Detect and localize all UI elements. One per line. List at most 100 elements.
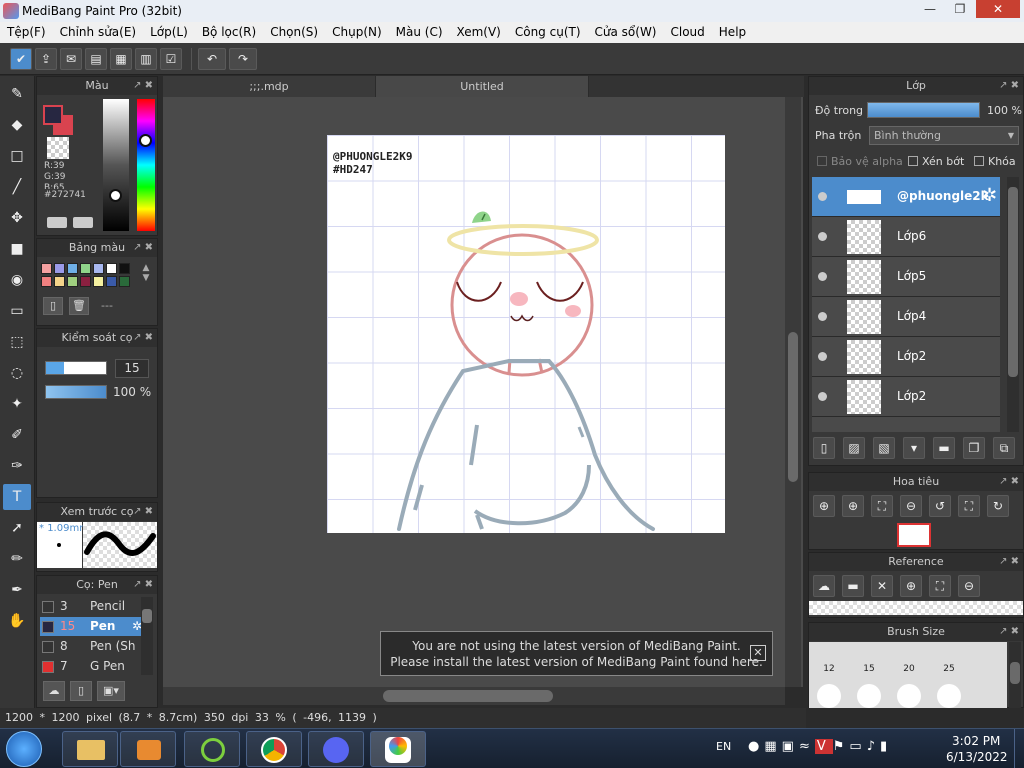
menu-tools[interactable]: Công cụ(T) — [508, 22, 588, 43]
menu-snap[interactable]: Chụp(N) — [325, 22, 389, 43]
dot-tool-icon[interactable]: ╱ — [3, 174, 31, 200]
hue-slider[interactable] — [137, 99, 155, 231]
message-icon[interactable]: ▤ — [85, 47, 107, 70]
add-brush-cloud-icon[interactable]: ☁ — [43, 681, 65, 701]
chrome-icon[interactable] — [246, 731, 302, 767]
brush-size-dot[interactable] — [891, 678, 927, 708]
fit-icon[interactable]: ⛶ — [871, 495, 893, 517]
brush-size-scrollbar[interactable] — [1009, 642, 1021, 708]
brush-size-slider[interactable] — [45, 361, 107, 375]
palette-swatch[interactable] — [106, 263, 117, 274]
new-layer-icon[interactable]: ▯ — [813, 437, 835, 459]
eye-icon[interactable] — [818, 272, 827, 281]
fit-icon[interactable]: ⛶ — [929, 575, 951, 597]
magic-wand-tool-icon[interactable]: ✦ — [3, 391, 31, 417]
new-halftone-layer-icon[interactable]: ▨ — [843, 437, 865, 459]
operation-tool-icon[interactable]: ➚ — [3, 515, 31, 541]
layer-item[interactable]: Lớp6 — [812, 217, 1000, 257]
delete-palette-icon[interactable]: 🗑 — [69, 297, 89, 315]
blend-mode-select[interactable]: Bình thường ▼ — [869, 126, 1019, 145]
wifi-tray-icon[interactable]: ≈ — [799, 739, 815, 754]
reset-view-icon[interactable]: ⛶ — [958, 495, 980, 517]
action-center-icon[interactable]: ⚑ — [833, 739, 850, 754]
zoom-out-icon[interactable]: ⊖ — [900, 495, 922, 517]
palette-swatch[interactable] — [54, 263, 65, 274]
layer-opacity-slider[interactable] — [867, 102, 980, 118]
merge-layer-icon[interactable]: ⧉ — [993, 437, 1015, 459]
new-palette-icon[interactable]: ▯ — [43, 297, 63, 315]
panel-close-icon[interactable]: ↗ ✖ — [999, 623, 1019, 641]
palette-swatch[interactable] — [119, 263, 130, 274]
rectangle-tool-icon[interactable]: □ — [3, 143, 31, 169]
menu-color[interactable]: Màu (C) — [389, 22, 450, 43]
eye-icon[interactable] — [818, 352, 827, 361]
duplicate-layer-icon[interactable]: ❐ — [963, 437, 985, 459]
eye-icon[interactable] — [818, 192, 827, 201]
add-layer-menu-icon[interactable]: ▾ — [903, 437, 925, 459]
power-tray-icon[interactable]: ▮ — [880, 739, 892, 754]
brush-size-dot[interactable] — [931, 678, 967, 708]
clock-date[interactable]: 6/13/2022 — [946, 750, 1008, 764]
comment-icon[interactable]: ✉ — [60, 47, 82, 70]
brush-options-icon[interactable]: ▣▾ — [97, 681, 125, 701]
open-folder-icon[interactable]: ▬ — [842, 575, 864, 597]
menu-layer[interactable]: Lớp(L) — [143, 22, 195, 43]
panel-close-icon[interactable]: ↗ ✖ — [999, 553, 1019, 571]
folder-icon[interactable]: ▬ — [933, 437, 955, 459]
panel-close-icon[interactable]: ↗ ✖ — [133, 576, 153, 594]
menu-cloud[interactable]: Cloud — [664, 22, 712, 43]
medibang-taskbar-icon[interactable] — [370, 731, 426, 767]
brush-item-pen[interactable]: 15 Pen ✲ — [40, 617, 148, 636]
palette-swatch[interactable] — [67, 263, 78, 274]
text-tool-icon[interactable]: T — [3, 484, 31, 510]
menu-edit[interactable]: Chỉnh sửa(E) — [53, 22, 144, 43]
eye-icon[interactable] — [818, 312, 827, 321]
protect-alpha-checkbox[interactable]: Bảo vệ alpha — [817, 155, 903, 168]
discord-tray-icon[interactable]: ● — [748, 739, 764, 754]
select-pen-tool-icon[interactable]: ✐ — [3, 422, 31, 448]
redo-icon[interactable]: ↷ — [229, 47, 257, 70]
maximize-button[interactable]: ❐ — [946, 0, 974, 18]
panel-close-icon[interactable]: ↗ ✖ — [133, 503, 153, 521]
panel-close-icon[interactable]: ↗ ✖ — [999, 77, 1019, 95]
menu-window[interactable]: Cửa sổ(W) — [588, 22, 664, 43]
canvas-horizontal-scrollbar[interactable] — [163, 687, 785, 705]
show-desktop-button[interactable] — [1014, 729, 1024, 768]
menu-view[interactable]: Xem(V) — [450, 22, 508, 43]
volume-icon[interactable]: ♪ — [867, 739, 880, 754]
panel-layout-icon[interactable]: ▥ — [135, 47, 157, 70]
antivirus-tray-icon[interactable]: V — [814, 739, 833, 754]
drawing-canvas[interactable]: @PHUONGLE2K9 #HD247 — [327, 135, 725, 533]
minimize-button[interactable]: — — [916, 0, 944, 18]
menu-filter[interactable]: Bộ lọc(R) — [195, 22, 263, 43]
palette-swatch[interactable] — [80, 263, 91, 274]
palette-swatch[interactable] — [119, 276, 130, 287]
eraser-tool-icon[interactable]: ◆ — [3, 112, 31, 138]
language-indicator[interactable]: EN — [716, 740, 731, 753]
lock-checkbox[interactable]: Khóa — [974, 155, 1016, 168]
notice-close-icon[interactable]: ✕ — [750, 645, 766, 661]
rotate-right-icon[interactable]: ↻ — [987, 495, 1009, 517]
primary-color-swatch[interactable] — [43, 105, 63, 125]
eye-icon[interactable] — [818, 392, 827, 401]
palette-swatch[interactable] — [41, 276, 52, 287]
tab-untitled[interactable]: Untitled — [376, 76, 588, 97]
clock-time[interactable]: 3:02 PM — [952, 734, 1000, 748]
new-8bit-layer-icon[interactable]: ▧ — [873, 437, 895, 459]
panel-close-icon[interactable]: ↗ ✖ — [133, 329, 153, 347]
app-green-icon[interactable] — [184, 731, 240, 767]
undo-icon[interactable]: ↶ — [198, 47, 226, 70]
add-brush-icon[interactable]: ▯ — [70, 681, 92, 701]
zoom-out-icon[interactable]: ⊖ — [958, 575, 980, 597]
navigator-preview[interactable] — [897, 523, 931, 547]
start-button[interactable] — [6, 731, 42, 767]
display-tray-icon[interactable]: ▭ — [849, 739, 866, 754]
app-tray-icon[interactable]: ▣ — [782, 739, 799, 754]
gear-icon[interactable]: ✲ — [982, 185, 997, 206]
layer-item[interactable]: Lớp5 — [812, 257, 1000, 297]
layer-item[interactable]: @phuongle2k ✲ — [812, 177, 1000, 217]
palette-swatch[interactable] — [54, 276, 65, 287]
bucket-tool-icon[interactable]: ◉ — [3, 267, 31, 293]
brush-size-dot[interactable] — [811, 678, 847, 708]
eyedropper-tool-icon[interactable]: ✒ — [3, 577, 31, 603]
